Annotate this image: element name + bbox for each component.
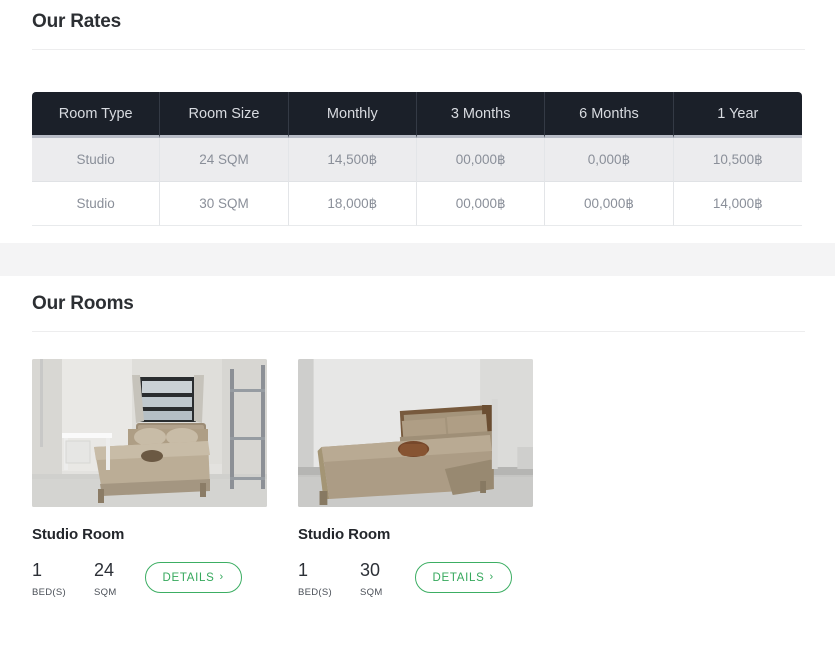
details-button-label: DETAILS [432,571,485,584]
column-header-monthly: Monthly [288,92,417,138]
room-photo[interactable] [32,359,267,507]
beds-stat: 1 BED(S) [32,560,66,598]
column-header-3-months: 3 Months [416,92,546,138]
chevron-right-icon: › [219,571,224,583]
size-value: 24 [94,560,115,580]
cell-6-months: 00,000฿ [545,182,674,226]
beds-label: BED(S) [32,587,66,598]
heading-divider [32,331,805,332]
rooms-grid: Studio Room 1 BED(S) 24 SQM DETAILS › St… [0,359,835,598]
cell-room-size: 24 SQM [160,138,289,182]
page-root: Our Rates Room Type Room Size Monthly 3 … [0,0,835,669]
details-button[interactable]: DETAILS › [414,562,512,593]
size-label: SQM [94,587,117,598]
table-header-row: Room Type Room Size Monthly 3 Months 6 M… [32,92,802,138]
cell-3-months: 00,000฿ [416,182,546,226]
column-header-room-size: Room Size [160,92,289,138]
column-header-room-type: Room Type [32,92,161,138]
column-header-6-months: 6 Months [545,92,674,138]
room-card-meta: 1 BED(S) 24 SQM DETAILS › [32,560,267,598]
room-photo-image [32,359,267,507]
rates-table-body: Studio 24 SQM 14,500฿ 00,000฿ 0,000฿ 10,… [32,138,802,226]
rates-table: Room Type Room Size Monthly 3 Months 6 M… [32,92,802,226]
cell-room-type: Studio [32,138,161,182]
cell-3-months: 00,000฿ [416,138,546,182]
beds-value: 1 [32,560,43,580]
room-photo-image [298,359,533,507]
cell-monthly: 18,000฿ [288,182,417,226]
beds-value: 1 [298,560,309,580]
cell-6-months: 0,000฿ [545,138,674,182]
size-label: SQM [360,587,383,598]
chevron-right-icon: › [489,571,494,583]
cell-room-size: 30 SQM [160,182,289,226]
cell-1-year: 10,500฿ [673,138,802,182]
beds-label: BED(S) [298,587,332,598]
size-stat: 24 SQM [94,560,117,598]
page-title-our-rates: Our Rates [32,11,122,32]
column-header-1-year: 1 Year [673,92,802,138]
table-row: Studio 30 SQM 18,000฿ 00,000฿ 00,000฿ 14… [32,182,802,226]
size-value: 30 [360,560,381,580]
room-card-meta: 1 BED(S) 30 SQM DETAILS › [298,560,533,598]
section-separator-band [0,243,835,276]
room-card-title: Studio Room [298,526,391,543]
rates-table-container: Room Type Room Size Monthly 3 Months 6 M… [0,92,835,226]
page-title-our-rooms: Our Rooms [32,293,134,314]
rooms-section-header: Our Rooms [0,282,835,332]
cell-room-type: Studio [32,182,161,226]
rates-section-header: Our Rates [0,0,835,50]
room-card[interactable]: Studio Room 1 BED(S) 30 SQM DETAILS › [298,359,533,598]
room-photo[interactable] [298,359,533,507]
details-button[interactable]: DETAILS › [144,562,242,593]
rates-table-head: Room Type Room Size Monthly 3 Months 6 M… [32,92,802,138]
beds-stat: 1 BED(S) [298,560,332,598]
room-card[interactable]: Studio Room 1 BED(S) 24 SQM DETAILS › [32,359,267,598]
table-row: Studio 24 SQM 14,500฿ 00,000฿ 0,000฿ 10,… [32,138,802,182]
size-stat: 30 SQM [360,560,383,598]
details-button-label: DETAILS [162,571,215,584]
cell-1-year: 14,000฿ [673,182,802,226]
cell-monthly: 14,500฿ [288,138,417,182]
heading-divider [32,49,805,50]
room-card-title: Studio Room [32,526,125,543]
